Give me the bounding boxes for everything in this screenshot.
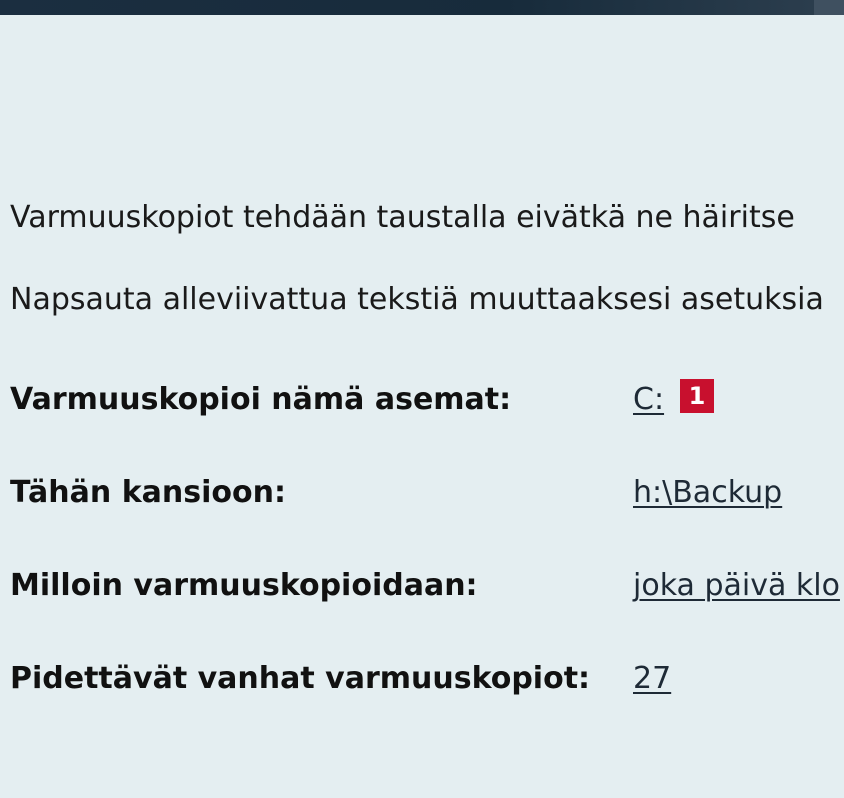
drives-link[interactable]: C: — [633, 382, 664, 417]
folder-link[interactable]: h:\Backup — [633, 475, 782, 510]
intro-text-line-1: Varmuuskopiot tehdään taustalla eivätkä … — [10, 200, 795, 235]
drives-label: Varmuuskopioi nämä asemat: — [10, 382, 512, 417]
annotation-badge: 1 — [680, 379, 714, 413]
backup-settings-panel: Varmuuskopiot tehdään taustalla eivätkä … — [10, 0, 844, 798]
retention-label: Pidettävät vanhat varmuuskopiot: — [10, 661, 591, 696]
retention-link[interactable]: 27 — [633, 661, 671, 696]
schedule-label: Milloin varmuuskopioidaan: — [10, 568, 478, 603]
intro-text-line-2: Napsauta alleviivattua tekstiä muuttaaks… — [10, 282, 824, 317]
schedule-link[interactable]: joka päivä klo — [633, 568, 840, 603]
folder-label: Tähän kansioon: — [10, 475, 286, 510]
